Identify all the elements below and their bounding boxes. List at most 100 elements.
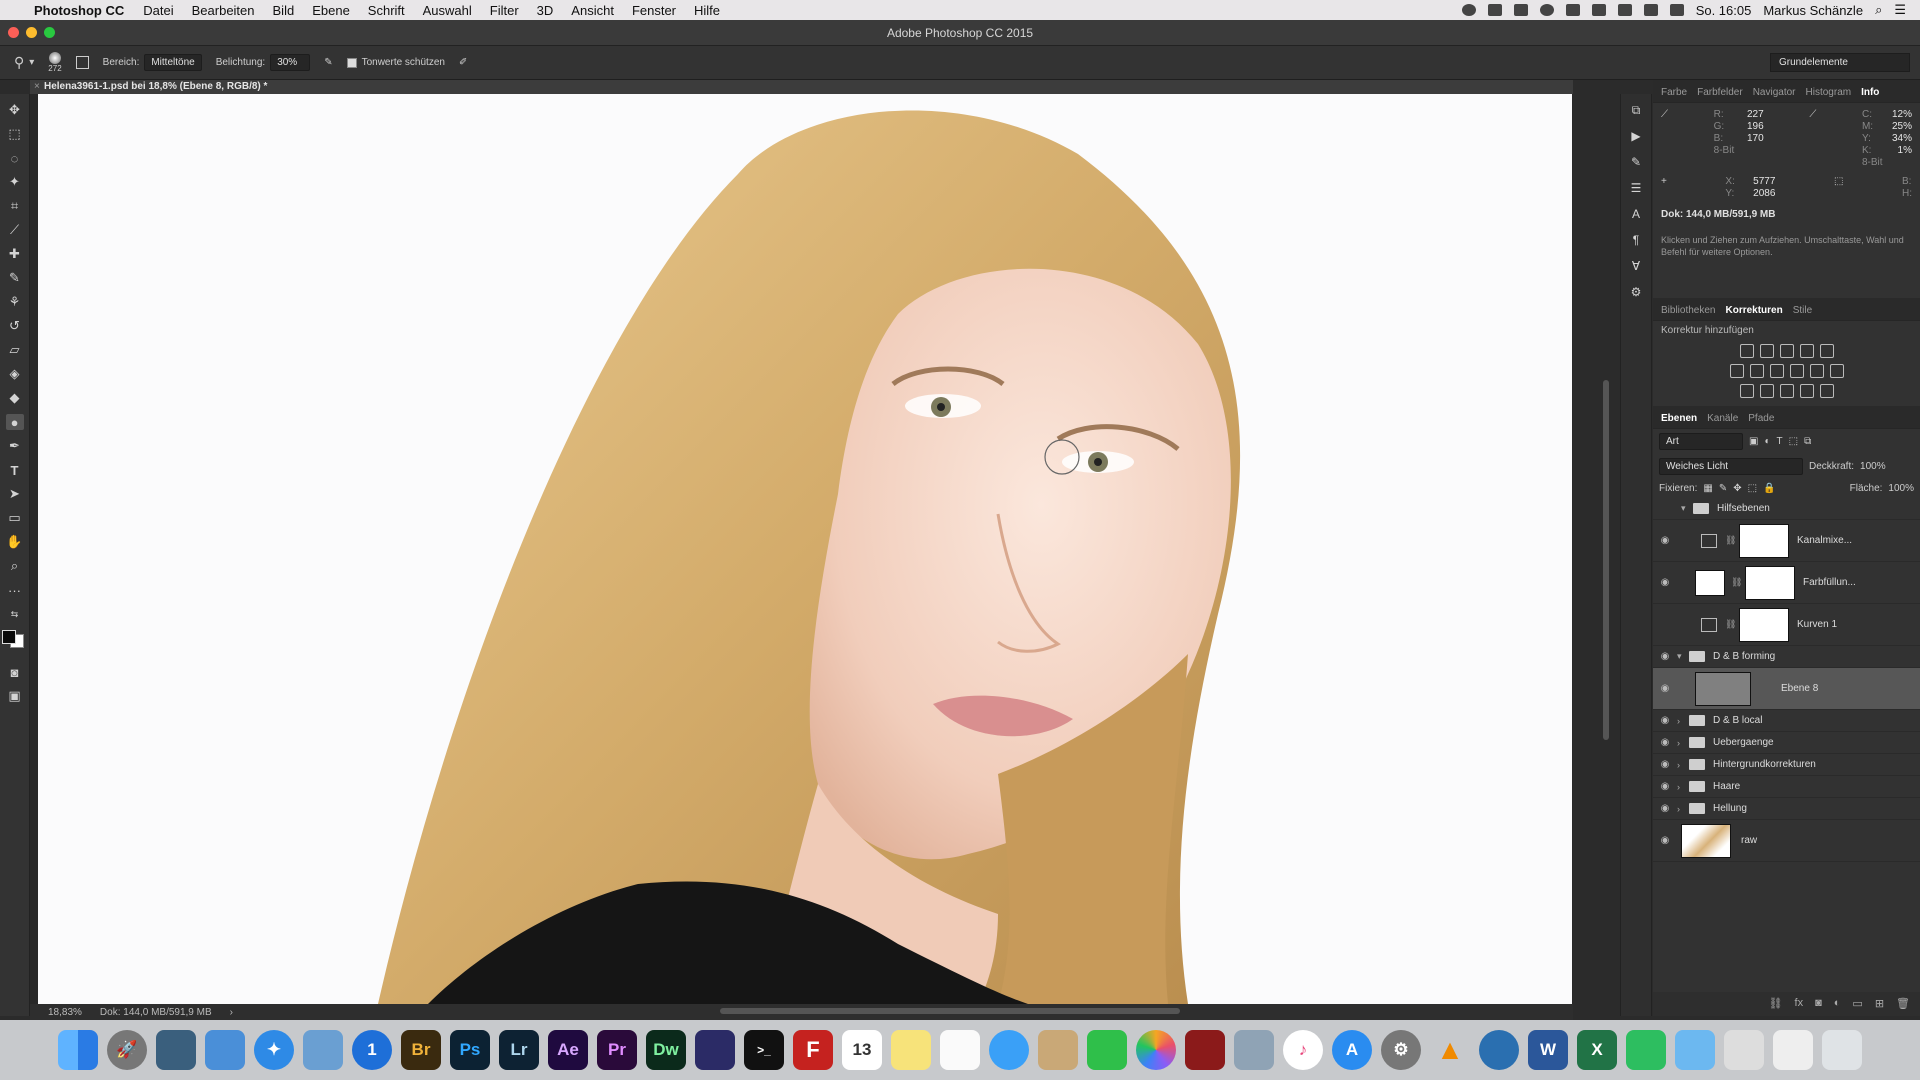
chevron-right-icon[interactable]: ›	[230, 1007, 233, 1018]
character-panel-icon[interactable]: A	[1627, 206, 1645, 222]
brush-panel-toggle[interactable]	[75, 56, 89, 69]
drive-icon[interactable]	[1513, 4, 1528, 16]
itunes-icon[interactable]: ♪	[1283, 1030, 1323, 1070]
photo-booth-icon[interactable]	[1185, 1030, 1225, 1070]
image-capture-icon[interactable]	[1234, 1030, 1274, 1070]
workspace-select[interactable]: Grundelemente	[1770, 53, 1910, 72]
eye-icon[interactable]: ◉	[1653, 577, 1677, 588]
layer-filter-select[interactable]: Art	[1659, 433, 1743, 450]
messages-icon[interactable]	[989, 1030, 1029, 1070]
protect-tones-checkbox[interactable]	[346, 57, 357, 68]
paint-bucket-tool-icon[interactable]: ◈	[6, 366, 24, 382]
color-lookup-icon[interactable]	[1829, 364, 1844, 378]
healing-brush-tool-icon[interactable]: ✚	[6, 246, 24, 262]
eye-icon[interactable]: ◉	[1653, 759, 1677, 770]
tab-navigator[interactable]: Navigator	[1753, 87, 1796, 98]
eraser-tool-icon[interactable]: ▱	[6, 342, 24, 358]
chain-link-icon[interactable]: ⛓	[1725, 619, 1736, 630]
eye-icon[interactable]: ◉	[1653, 781, 1677, 792]
expand-group-icon[interactable]: ›	[1677, 760, 1689, 770]
layer-row-fill[interactable]: ◉ ⛓ Farbfüllun...	[1653, 562, 1920, 604]
document-tab[interactable]: × Helena3961-1.psd bei 18,8% (Ebene 8, R…	[30, 80, 1573, 94]
glyphs-panel-icon[interactable]: Ɐ	[1627, 258, 1645, 274]
layer-style-icon[interactable]: fx	[1795, 997, 1804, 1011]
preview-icon[interactable]	[303, 1030, 343, 1070]
history-panel-icon[interactable]: ⧉	[1627, 102, 1645, 118]
link-layers-icon[interactable]: ⛓	[1769, 997, 1783, 1011]
posterize-icon[interactable]	[1759, 384, 1774, 398]
quick-selection-tool-icon[interactable]: ✦	[6, 174, 24, 190]
curves-icon[interactable]	[1779, 344, 1794, 358]
hand-tool-icon[interactable]: ✋	[6, 534, 24, 550]
menu-datei[interactable]: Datei	[134, 3, 182, 18]
swap-colors-icon[interactable]: ⇆	[6, 606, 24, 622]
expand-group-icon[interactable]: ▾	[1677, 651, 1689, 662]
finder-icon[interactable]	[58, 1030, 98, 1070]
eye-icon[interactable]: ◉	[1653, 835, 1677, 846]
layer-row-group[interactable]: ◉ › Haare	[1653, 776, 1920, 798]
paragraph-panel-icon[interactable]: ¶	[1627, 232, 1645, 248]
menu-clock[interactable]: So. 16:05	[1696, 3, 1752, 18]
menu-bearbeiten[interactable]: Bearbeiten	[183, 3, 264, 18]
layer-row-group[interactable]: ◉ › Hellung	[1653, 798, 1920, 820]
color-swatches[interactable]	[1, 630, 28, 656]
menu-filter[interactable]: Filter	[481, 3, 528, 18]
foreground-color-swatch[interactable]	[1, 630, 16, 644]
chain-link-icon[interactable]: ⛓	[1731, 577, 1742, 588]
minimize-window-button[interactable]	[26, 27, 37, 38]
expand-group-icon[interactable]: ›	[1677, 738, 1689, 748]
imovie-icon[interactable]	[695, 1030, 735, 1070]
quick-mask-icon[interactable]: ◙	[6, 664, 24, 680]
airbrush-toggle[interactable]: ✎	[324, 57, 332, 68]
lock-transparency-icon[interactable]: ▦	[1703, 483, 1712, 494]
screenshot-app-icon[interactable]	[205, 1030, 245, 1070]
lock-pixels-icon[interactable]: ✎	[1719, 483, 1727, 494]
layer-mask-thumbnail[interactable]	[1745, 565, 1795, 600]
color-balance-icon[interactable]	[1749, 364, 1764, 378]
brush-settings-icon[interactable]: ✎	[1627, 154, 1645, 170]
menu-schrift[interactable]: Schrift	[359, 3, 414, 18]
channel-mixer-icon[interactable]	[1809, 364, 1824, 378]
1password-icon[interactable]: 1	[352, 1030, 392, 1070]
creative-cloud-icon[interactable]	[1539, 4, 1554, 16]
tool-preset-picker[interactable]: ⚲ ▾	[14, 54, 34, 71]
launchpad-icon[interactable]: 🚀	[107, 1030, 147, 1070]
wifi-icon[interactable]	[1643, 4, 1658, 16]
actions-panel-icon[interactable]: ▶	[1627, 128, 1645, 144]
word-icon[interactable]: W	[1528, 1030, 1568, 1070]
chain-link-icon[interactable]: ⛓	[1725, 535, 1736, 546]
layer-mask-thumbnail[interactable]	[1739, 523, 1789, 558]
menu-ebene[interactable]: Ebene	[303, 3, 359, 18]
tab-farbe[interactable]: Farbe	[1661, 87, 1687, 98]
facetime-icon[interactable]	[1087, 1030, 1127, 1070]
vertical-scrollbar[interactable]	[1603, 380, 1609, 740]
notes-icon[interactable]	[891, 1030, 931, 1070]
bridge-icon[interactable]: Br	[401, 1030, 441, 1070]
filezilla-icon[interactable]: F	[793, 1030, 833, 1070]
app-store-icon[interactable]: A	[1332, 1030, 1372, 1070]
pen-tool-icon[interactable]: ✒	[6, 438, 24, 454]
expand-group-icon[interactable]: ›	[1677, 804, 1689, 814]
document-canvas[interactable]	[38, 94, 1572, 1004]
tab-histogram[interactable]: Histogram	[1806, 87, 1852, 98]
filter-pixel-icon[interactable]: ▣	[1749, 436, 1758, 447]
new-adjustment-layer-icon[interactable]: ◐	[1834, 997, 1841, 1011]
lightroom-icon[interactable]: Lr	[499, 1030, 539, 1070]
quicktime-icon[interactable]	[1479, 1030, 1519, 1070]
zoom-tool-icon[interactable]: ⌕	[6, 558, 24, 574]
tab-info[interactable]: Info	[1861, 87, 1879, 98]
expand-group-icon[interactable]: ›	[1677, 782, 1689, 792]
pressure-toggle[interactable]: ✐	[459, 57, 467, 68]
close-tab-icon[interactable]: ×	[34, 80, 40, 94]
move-tool-icon[interactable]: ✥	[6, 102, 24, 118]
eye-icon[interactable]: ◉	[1653, 803, 1677, 814]
add-mask-icon[interactable]: ◙	[1815, 997, 1822, 1011]
invert-icon[interactable]	[1739, 384, 1754, 398]
range-select[interactable]: Mitteltöne	[144, 54, 202, 71]
layer-row-adjustment[interactable]: ◉ ⛓ Kanalmixe...	[1653, 520, 1920, 562]
expand-group-icon[interactable]: ▾	[1681, 503, 1693, 514]
vlc-icon[interactable]: ▲	[1430, 1030, 1470, 1070]
tab-farbfelder[interactable]: Farbfelder	[1697, 87, 1743, 98]
trash-icon[interactable]	[1822, 1030, 1862, 1070]
layer-row-group[interactable]: ▾ Hilfsebenen	[1653, 498, 1920, 520]
